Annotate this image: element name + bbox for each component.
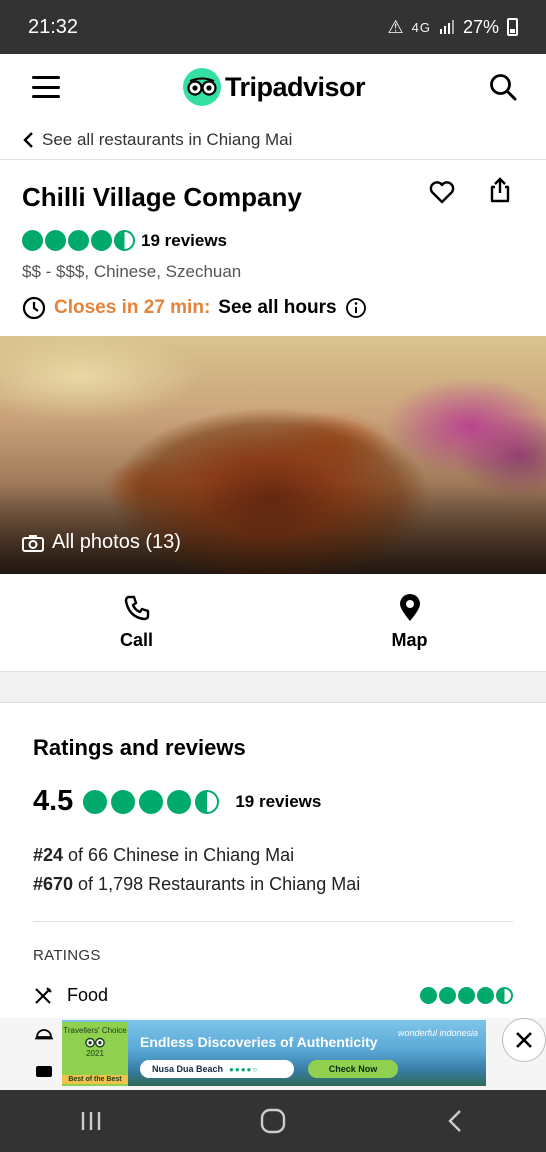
ratings-card: Ratings and reviews 4.5 19 reviews #24 o…: [0, 702, 546, 1022]
owl-logo-icon: [182, 68, 221, 106]
rank-restaurants-number: #670: [33, 874, 74, 894]
closes-status: Closes in 27 min:: [54, 297, 211, 318]
status-icons: ⚠ 4G 27%: [387, 17, 518, 38]
share-icon[interactable]: [486, 176, 514, 204]
reviews-count[interactable]: 19 reviews: [235, 792, 321, 812]
system-nav-bar: [0, 1090, 546, 1152]
travellers-choice-badge: Travellers' Choice 2021 Best of the Best: [62, 1022, 128, 1086]
action-bar: Call Map: [0, 574, 546, 672]
badge-best: Best of the Best: [62, 1075, 128, 1084]
recent-apps-icon: [81, 1112, 101, 1130]
food-rating-row: Food: [33, 985, 513, 1006]
rating-bubble-full: [420, 987, 437, 1004]
section-separator: [0, 672, 546, 702]
rank-chinese-text: of 66 Chinese in Chiang Mai: [63, 845, 295, 865]
all-photos-label: All photos (13): [52, 531, 181, 553]
restaurant-summary: Chilli Village Company 19 reviews $$ - $…: [0, 160, 546, 336]
ratings-section-label: RATINGS: [33, 947, 101, 964]
badge-year: 2021: [86, 1049, 104, 1058]
rating-bubble-full: [111, 789, 136, 814]
map-label: Map: [391, 630, 428, 650]
map-button[interactable]: Map: [273, 574, 546, 671]
rating-bubble-full: [68, 230, 89, 251]
back-button[interactable]: [435, 1101, 475, 1141]
search-icon[interactable]: [488, 72, 518, 102]
score-row: 4.5 19 reviews: [33, 785, 321, 818]
ad-strip: Travellers' Choice 2021 Best of the Best…: [0, 1018, 546, 1090]
rating-row: 19 reviews: [22, 230, 227, 251]
brand-name: Tripadvisor: [224, 71, 366, 102]
camera-icon: [22, 534, 44, 552]
status-time: 21:32: [28, 15, 79, 38]
restaurant-name: Chilli Village Company: [22, 182, 302, 212]
close-icon: [516, 1032, 532, 1048]
rank-restaurants: #670 of 1,798 Restaurants in Chiang Mai: [33, 874, 360, 895]
close-ad-button[interactable]: [502, 1018, 546, 1062]
rating-bubble-full: [439, 987, 456, 1004]
ad-brand: wonderful indonesia: [398, 1028, 479, 1038]
rank-restaurants-text: of 1,798 Restaurants in Chiang Mai: [73, 874, 361, 894]
hours-row: Closes in 27 min: See all hours: [22, 296, 367, 320]
chevron-left-icon: [23, 131, 33, 148]
map-pin-icon: [399, 594, 420, 621]
rating-bubble-half: [496, 987, 513, 1004]
breadcrumb-label: See all restaurants in Chiang Mai: [42, 129, 293, 149]
rating-bubble-half: [114, 230, 135, 251]
recent-apps-button[interactable]: [71, 1101, 111, 1141]
rating-bubble-full: [45, 230, 66, 251]
hamburger-menu-icon[interactable]: [32, 76, 60, 98]
ad-rating-bubbles: ●●●●○: [229, 1064, 259, 1074]
divider: [33, 921, 513, 922]
ad-check-now-button[interactable]: Check Now: [308, 1060, 398, 1078]
signal-icon: [439, 20, 454, 34]
battery-percent: 27%: [462, 16, 499, 37]
rank-chinese-number: #24: [33, 845, 64, 865]
wallet-icon: [36, 1066, 52, 1077]
restaurant-photo[interactable]: All photos (13): [0, 336, 546, 574]
home-button[interactable]: [253, 1101, 293, 1141]
service-bell-icon: [35, 1029, 53, 1040]
rating-bubble-half: [195, 789, 220, 814]
utensils-icon: [35, 986, 52, 1004]
heart-save-icon[interactable]: [428, 178, 456, 206]
food-rating-bubbles: [420, 987, 513, 1004]
back-chevron-icon: [448, 1110, 461, 1132]
reviews-link[interactable]: 19 reviews: [141, 231, 227, 251]
alert-icon: ⚠: [387, 16, 404, 37]
ad-headline: Endless Discoveries of Authenticity: [140, 1034, 378, 1050]
rating-bubble-full: [83, 789, 108, 814]
ad-banner[interactable]: Travellers' Choice 2021 Best of the Best…: [62, 1020, 486, 1086]
ad-location-pill: Nusa Dua Beach ●●●●○: [140, 1060, 294, 1078]
ratings-title: Ratings and reviews: [33, 735, 246, 760]
home-icon: [260, 1108, 286, 1134]
rating-bubble-full: [458, 987, 475, 1004]
info-icon[interactable]: [345, 297, 367, 319]
rank-chinese: #24 of 66 Chinese in Chiang Mai: [33, 845, 294, 866]
rating-bubble-full: [139, 789, 164, 814]
tripadvisor-logo[interactable]: Tripadvisor: [182, 68, 366, 106]
rating-bubble-full: [167, 789, 192, 814]
status-bar: 21:32 ⚠ 4G 27%: [0, 0, 546, 54]
food-label: Food: [67, 985, 109, 1005]
rating-bubble-full: [22, 230, 43, 251]
rating-bubble-full: [91, 230, 112, 251]
call-button[interactable]: Call: [0, 574, 273, 671]
price-cuisine: $$ - $$$, Chinese, Szechuan: [22, 262, 242, 281]
all-photos-button[interactable]: All photos (13): [22, 531, 181, 554]
rating-bubble-full: [477, 987, 494, 1004]
owl-logo-icon: [85, 1037, 105, 1048]
ad-location: Nusa Dua Beach: [152, 1064, 224, 1074]
call-label: Call: [119, 630, 153, 650]
network-label: 4G: [411, 19, 431, 35]
breadcrumb[interactable]: See all restaurants in Chiang Mai: [0, 120, 546, 160]
rating-score: 4.5: [33, 785, 74, 817]
see-all-hours-link[interactable]: See all hours: [218, 297, 336, 319]
app-header: Tripadvisor: [0, 54, 546, 120]
battery-icon: [507, 18, 518, 36]
phone-icon: [124, 595, 149, 621]
badge-title: Travellers' Choice: [63, 1026, 127, 1035]
clock-icon: [22, 296, 46, 320]
